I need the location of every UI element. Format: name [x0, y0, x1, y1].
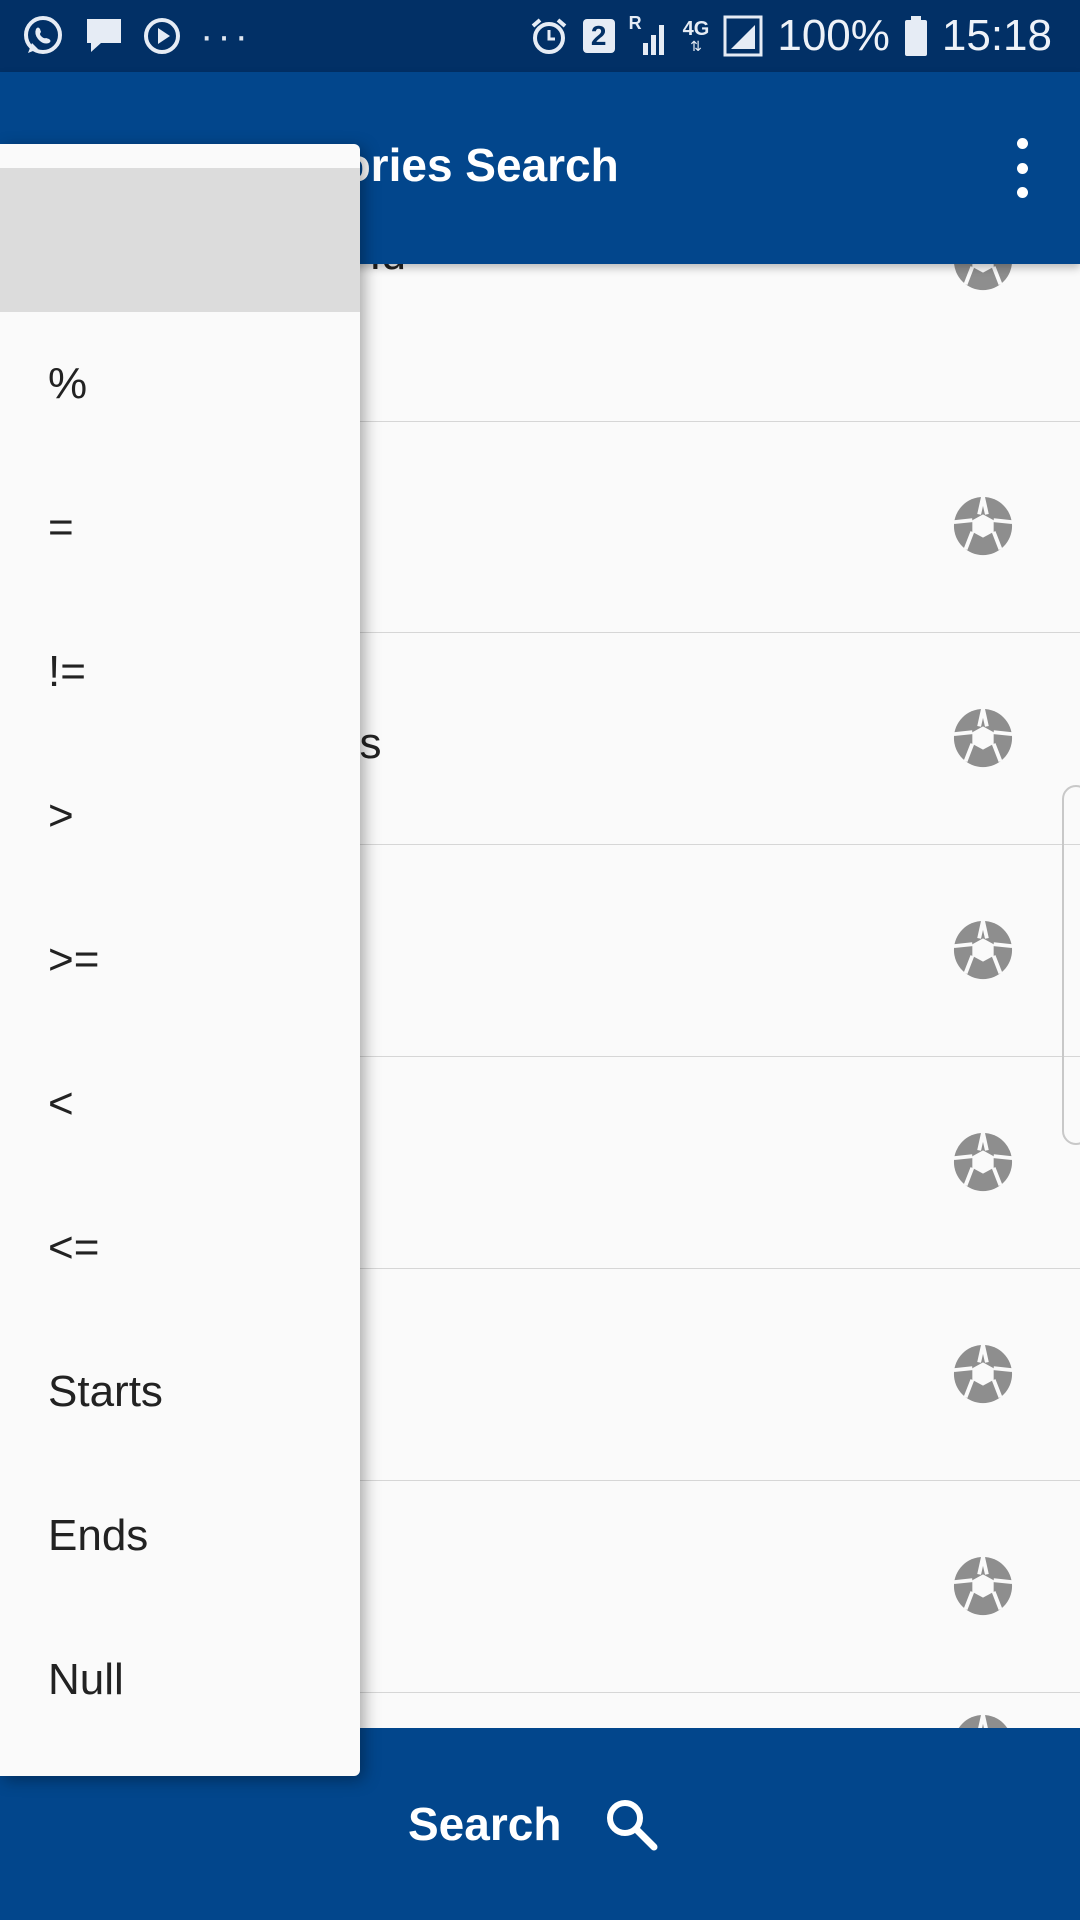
dropdown-item-null[interactable]: Null [0, 1608, 360, 1752]
message-icon [87, 19, 121, 52]
clock: 15:18 [941, 11, 1052, 60]
search-button-label: Search [408, 1798, 562, 1850]
dropdown-item-like[interactable]: % [0, 312, 360, 456]
dropdown-item-label: Ends [48, 1511, 149, 1560]
shutter-icon[interactable] [952, 1343, 1014, 1405]
more-vertical-icon[interactable] [1004, 138, 1040, 198]
dropdown-item-label: >= [48, 935, 100, 984]
shutter-icon[interactable] [952, 264, 1014, 292]
overflow-dot [1016, 138, 1028, 149]
dropdown-item-starts[interactable]: Starts [0, 1320, 360, 1464]
dropdown-item-greater[interactable]: > [0, 744, 360, 888]
dropdown-item-label: % [48, 359, 88, 408]
battery-percent: 100% [777, 11, 890, 60]
status-bar-notifications: ··· [20, 12, 252, 60]
signal-icon [723, 15, 763, 57]
dropdown-item-less-equal[interactable]: <= [0, 1176, 360, 1320]
roaming-signal-icon: R [629, 13, 669, 59]
sim-badge: 2 [582, 19, 615, 53]
shutter-icon[interactable] [952, 919, 1014, 981]
media-icon [144, 18, 180, 54]
dropdown-item-label: = [48, 503, 74, 552]
status-bar-system: 2 R 4G ⇅ 100% 15:18 [529, 8, 1052, 64]
dropdown-item-label: Starts [48, 1367, 163, 1416]
shutter-icon[interactable] [952, 1131, 1014, 1193]
search-button[interactable]: Search [408, 1788, 659, 1860]
more-notifications-icon: ··· [200, 14, 252, 58]
status-bar: ··· 2 R 4G ⇅ 100% 15:18 [0, 0, 1080, 72]
sim-badge-number: 2 [590, 20, 607, 51]
network-4g-label: 4G [682, 18, 710, 40]
shutter-icon[interactable] [952, 1555, 1014, 1617]
dropdown-item-label: Null [48, 1655, 124, 1704]
overflow-dot [1016, 162, 1028, 174]
dropdown-item-ends[interactable]: Ends [0, 1464, 360, 1608]
dropdown-item-label: > [48, 791, 74, 840]
operator-dropdown: % = != > >= < <= Starts Ends Null [0, 144, 360, 1776]
battery-icon [904, 16, 927, 56]
whatsapp-icon [24, 16, 62, 54]
dropdown-item-label: < [48, 1079, 74, 1128]
dropdown-item-less[interactable]: < [0, 1032, 360, 1176]
dropdown-item-equals[interactable]: = [0, 456, 360, 600]
shutter-icon[interactable] [952, 495, 1014, 557]
dropdown-item-label: <= [48, 1223, 100, 1272]
network-4g-icon: 4G ⇅ [682, 18, 710, 54]
dropdown-item-not-equals[interactable]: != [0, 600, 360, 744]
dropdown-item-empty[interactable] [0, 168, 360, 312]
shutter-icon[interactable] [952, 707, 1014, 769]
shutter-icon[interactable] [952, 1713, 1014, 1728]
search-icon [607, 1800, 658, 1851]
dropdown-item-greater-equal[interactable]: >= [0, 888, 360, 1032]
dropdown-item-label: != [48, 647, 86, 696]
edge-panel-handle[interactable] [1062, 785, 1080, 1145]
alarm-icon [531, 18, 566, 54]
overflow-dot [1016, 187, 1028, 198]
